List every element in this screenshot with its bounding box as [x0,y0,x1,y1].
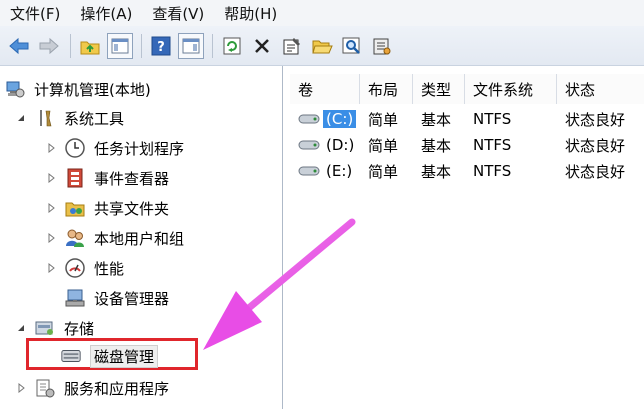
volume-cell: (D:) [290,132,360,158]
drive-icon [298,113,320,125]
tree-item-event-viewer[interactable]: 事件查看器 [44,164,169,192]
console-tree: 计算机管理(本地) 系统工具 任务计划程序 事件查看器 共享文件夹 本地用户和组… [0,66,283,409]
tree-item-disk-management[interactable]: 磁盘管理 [60,342,159,370]
toolbar-separator [70,33,71,58]
shared-folder-icon [64,197,86,219]
users-icon [64,227,86,249]
disk-management-icon [60,345,82,367]
device-manager-icon [64,287,86,309]
tree-item-device-manager[interactable]: 设备管理器 [64,284,169,312]
layout-cell: 简单 [368,110,399,129]
expand-arrow-icon[interactable] [44,143,58,153]
col-header-layout[interactable]: 布局 [360,74,413,104]
collapse-arrow-icon[interactable] [14,323,28,333]
col-header-type[interactable]: 类型 [413,74,465,104]
tree-label: 设备管理器 [94,289,170,308]
up-folder-icon[interactable] [77,33,103,59]
volume-cell: (C:) [290,106,360,132]
list-header: 卷 布局 类型 文件系统 状态 [290,74,644,104]
tree-label: 计算机管理(本地) [34,80,151,99]
services-icon [34,377,56,399]
layout-cell: 简单 [368,162,399,181]
filesystem-cell: NTFS [473,136,512,154]
help-icon[interactable]: ? [148,33,174,59]
menu-file[interactable]: 文件(F) [10,3,60,24]
event-viewer-icon [64,167,86,189]
refresh-icon[interactable] [219,33,245,59]
menu-help[interactable]: 帮助(H) [224,3,277,24]
expand-arrow-icon[interactable] [44,263,58,273]
back-arrow-icon[interactable] [6,33,32,59]
layout-cell: 简单 [368,136,399,155]
table-row[interactable]: (D:) 简单 基本 NTFS 状态良好 [290,132,644,158]
tree-item-services[interactable]: 服务和应用程序 [14,374,169,402]
type-cell: 基本 [421,136,452,155]
tree-item-shared-folders[interactable]: 共享文件夹 [44,194,169,222]
col-header-status[interactable]: 状态 [557,74,644,104]
computer-management-icon [4,78,26,100]
tools-icon [34,107,56,129]
drive-icon [298,139,320,151]
tree-label: 系统工具 [64,109,125,128]
open-icon[interactable] [309,33,335,59]
show-action-pane-icon[interactable] [178,32,204,59]
performance-icon [64,257,86,279]
show-hide-tree-icon[interactable] [107,32,133,59]
tree-label: 任务计划程序 [94,139,185,158]
drive-icon [298,165,320,177]
properties-icon[interactable] [279,33,305,59]
tree-label: 事件查看器 [94,169,170,188]
volume-list: 卷 布局 类型 文件系统 状态 (C:) 简单 基本 NTFS 状态良好 (D:… [290,66,644,409]
search-icon[interactable] [339,33,365,59]
tree-label: 磁盘管理 [90,344,159,368]
menu-view[interactable]: 查看(V) [152,3,204,24]
status-cell: 状态良好 [565,110,626,129]
tree-label: 共享文件夹 [94,199,170,218]
tree-label: 存储 [64,319,95,338]
collapse-arrow-icon[interactable] [14,113,28,123]
svg-text:?: ? [157,40,165,55]
col-header-filesystem[interactable]: 文件系统 [465,74,557,104]
col-header-volume[interactable]: 卷 [290,74,360,104]
filesystem-cell: NTFS [473,162,512,180]
storage-icon [34,317,56,339]
delete-icon[interactable] [249,33,275,59]
volume-cell: (E:) [290,158,360,184]
type-cell: 基本 [421,110,452,129]
toolbar-separator [212,33,213,58]
menu-action[interactable]: 操作(A) [80,3,132,24]
expand-arrow-icon[interactable] [44,173,58,183]
toolbar: ? [0,26,644,66]
tree-item-local-users[interactable]: 本地用户和组 [44,224,184,252]
status-cell: 状态良好 [565,136,626,155]
table-row[interactable]: (E:) 简单 基本 NTFS 状态良好 [290,158,644,184]
forward-arrow-icon[interactable] [36,33,62,59]
tree-item-system-tools[interactable]: 系统工具 [14,104,124,132]
clock-icon [64,137,86,159]
table-row[interactable]: (C:) 简单 基本 NTFS 状态良好 [290,106,644,132]
volume-label: (D:) [326,136,355,154]
type-cell: 基本 [421,162,452,181]
volume-label: (C:) [323,110,357,128]
tree-item-performance[interactable]: 性能 [44,254,124,282]
expand-arrow-icon[interactable] [44,203,58,213]
volume-label: (E:) [326,162,353,180]
tree-item-task-scheduler[interactable]: 任务计划程序 [44,134,184,162]
expand-arrow-icon[interactable] [14,383,28,393]
tree-label: 性能 [94,259,125,278]
menu-bar: 文件(F) 操作(A) 查看(V) 帮助(H) [0,0,644,26]
settings-icon[interactable] [369,33,395,59]
expand-arrow-icon[interactable] [44,233,58,243]
tree-item-computer-management[interactable]: 计算机管理(本地) [4,75,151,103]
status-cell: 状态良好 [565,162,626,181]
tree-label: 本地用户和组 [94,229,185,248]
tree-label: 服务和应用程序 [64,379,170,398]
toolbar-separator [141,33,142,58]
filesystem-cell: NTFS [473,110,512,128]
